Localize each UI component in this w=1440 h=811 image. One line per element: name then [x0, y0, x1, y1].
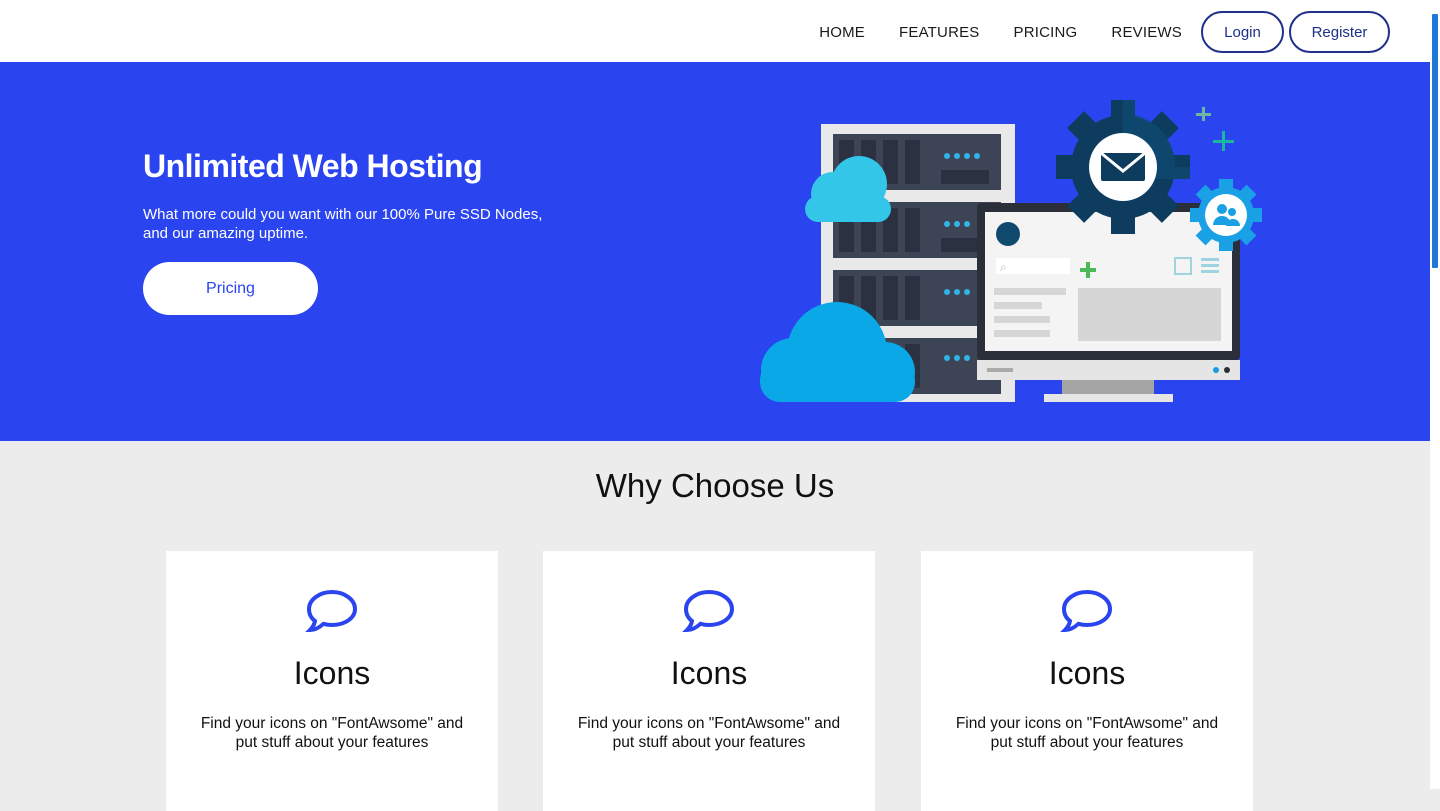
feature-card: Icons Find your icons on "FontAwsome" an… — [166, 551, 498, 811]
gear-users-icon — [1190, 179, 1262, 251]
nav-link-features[interactable]: FEATURES — [899, 24, 980, 41]
section-title: Why Choose Us — [595, 467, 835, 504]
feature-title: Icons — [670, 655, 748, 691]
site-header: HOME FEATURES PRICING REVIEWS Login Regi… — [0, 0, 1430, 62]
hero-subtitle: What more could you want with our 100% P… — [143, 206, 543, 242]
small-cloud-icon — [805, 156, 891, 222]
feature-text: Find your icons on "FontAwsome" and put … — [577, 715, 841, 751]
svg-text:⌕: ⌕ — [1000, 260, 1007, 274]
speech-bubble-icon — [682, 589, 735, 633]
register-button[interactable]: Register — [1289, 11, 1390, 53]
speech-bubble-icon — [305, 589, 358, 633]
scrollbar-thumb[interactable] — [1432, 14, 1438, 268]
nav-link-pricing[interactable]: PRICING — [1014, 24, 1078, 41]
scrollbar[interactable] — [1430, 0, 1440, 789]
nav-link-home[interactable]: HOME — [819, 24, 865, 41]
pricing-button[interactable]: Pricing — [143, 262, 318, 315]
feature-card: Icons Find your icons on "FontAwsome" an… — [921, 551, 1253, 811]
login-button[interactable]: Login — [1201, 11, 1284, 53]
main-nav: HOME FEATURES PRICING REVIEWS Login Regi… — [819, 11, 1390, 53]
plus-icon — [1196, 107, 1211, 121]
feature-text: Find your icons on "FontAwsome" and put … — [955, 715, 1219, 751]
gear-envelope-icon — [1056, 100, 1190, 234]
nav-link-reviews[interactable]: REVIEWS — [1111, 24, 1182, 41]
hero-title: Unlimited Web Hosting — [143, 148, 483, 184]
hosting-illustration: ⌕ — [760, 100, 1262, 402]
feature-text: Find your icons on "FontAwsome" and put … — [200, 715, 464, 751]
hero-section: Unlimited Web Hosting What more could yo… — [0, 62, 1430, 441]
feature-title: Icons — [1048, 655, 1126, 691]
speech-bubble-icon — [1060, 589, 1113, 633]
feature-title: Icons — [293, 655, 371, 691]
feature-card: Icons Find your icons on "FontAwsome" an… — [543, 551, 875, 811]
plus-icon — [1213, 131, 1234, 151]
